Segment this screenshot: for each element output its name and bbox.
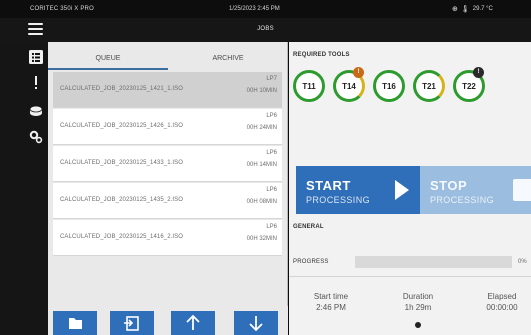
- menu-icon[interactable]: [28, 23, 43, 38]
- stop-icon: [513, 179, 531, 201]
- sidebar: [0, 42, 48, 335]
- stat-value: 1h 29m: [404, 303, 432, 312]
- stat-value: 00:00:00: [486, 303, 518, 312]
- progress-label: PROGRESS: [293, 259, 329, 265]
- tool-label: T11: [302, 81, 316, 91]
- stat-elapsed: Elapsed 00:00:00: [467, 292, 531, 312]
- job-detail-panel: REQUIRED TOOLS T11 T14 ! T16 T21 T22 ! S…: [289, 42, 531, 335]
- job-lp: LP6: [266, 113, 277, 119]
- job-name: CALCULATED_JOB_20230125_1435_2.ISO: [60, 197, 184, 203]
- job-time: 00H 32MIN: [246, 236, 277, 242]
- status-bar: CORITEC 350i X PRO 1/25/2023 2:45 PM ⊕ 🌡…: [0, 0, 531, 18]
- import-icon: [124, 316, 139, 331]
- job-list-panel: QUEUE ARCHIVE CALCULATED_JOB_20230125_14…: [48, 42, 288, 335]
- progress-value: 0%: [518, 259, 527, 265]
- general-label: GENERAL: [293, 224, 324, 230]
- job-name: CALCULATED_JOB_20230125_1426_1.ISO: [60, 123, 184, 129]
- stat-start-time: Start time 2:46 PM: [296, 292, 366, 312]
- job-row[interactable]: CALCULATED_JOB_20230125_1416_2.ISO LP6 0…: [53, 220, 282, 256]
- start-label: START: [306, 178, 351, 193]
- alert-icon[interactable]: [29, 76, 43, 90]
- import-button[interactable]: [110, 311, 154, 335]
- job-name: CALCULATED_JOB_20230125_1416_2.ISO: [60, 234, 184, 240]
- stop-label: STOP: [430, 178, 468, 193]
- list-icon[interactable]: [29, 50, 43, 64]
- tool-info-badge: !: [473, 67, 484, 78]
- tool-label: T16: [382, 81, 396, 91]
- tool-warning-badge: !: [353, 67, 364, 78]
- tool-t11[interactable]: T11: [293, 70, 325, 102]
- stat-duration: Duration 1h 29m: [383, 292, 453, 312]
- job-time: 00H 08MIN: [246, 199, 277, 205]
- stat-key: Start time: [313, 292, 349, 301]
- folder-icon: [69, 318, 82, 329]
- progress-bar: [355, 256, 512, 268]
- start-sublabel: PROCESSING: [306, 195, 371, 205]
- tab-archive[interactable]: ARCHIVE: [168, 48, 288, 70]
- title-bar: JOBS: [0, 18, 531, 42]
- tool-label: T22: [462, 81, 476, 91]
- open-folder-button[interactable]: [53, 311, 97, 335]
- stat-key: Duration: [402, 292, 434, 301]
- stat-key: Elapsed: [487, 292, 517, 301]
- settings-gears-icon[interactable]: [29, 130, 43, 144]
- job-row[interactable]: CALCULATED_JOB_20230125_1426_1.ISO LP6 0…: [53, 109, 282, 145]
- tool-t22[interactable]: T22 !: [453, 67, 485, 102]
- required-tools: T11 T14 ! T16 T21 T22 !: [293, 67, 531, 104]
- job-row[interactable]: CALCULATED_JOB_20230125_1433_1.ISO LP6 0…: [53, 146, 282, 182]
- general-section: GENERAL PROGRESS 0% Start time 2:46 PM D…: [289, 214, 531, 335]
- start-processing-button[interactable]: START PROCESSING: [296, 166, 420, 214]
- job-time: 00H 24MIN: [246, 125, 277, 131]
- job-row[interactable]: CALCULATED_JOB_20230125_1421_1.ISO LP7 0…: [53, 72, 282, 108]
- job-name: CALCULATED_JOB_20230125_1421_1.ISO: [60, 86, 184, 92]
- arrow-up-icon: [186, 314, 200, 330]
- thermometer-icon: 🌡: [460, 5, 470, 13]
- tab-queue[interactable]: QUEUE: [48, 48, 168, 70]
- tool-t21[interactable]: T21: [413, 70, 445, 102]
- required-tools-label: REQUIRED TOOLS: [293, 52, 350, 58]
- tool-label: T14: [342, 81, 356, 91]
- disc-icon[interactable]: [29, 104, 43, 118]
- job-actions-bar: [48, 306, 288, 335]
- status-right: ⊕ 🌡 29.7 °C: [452, 5, 493, 13]
- move-down-button[interactable]: [234, 311, 278, 335]
- job-lp: LP6: [266, 150, 277, 156]
- job-lp: LP6: [266, 187, 277, 193]
- tool-t16[interactable]: T16: [373, 70, 405, 102]
- divider: [289, 276, 531, 277]
- stat-value: 2:46 PM: [316, 303, 346, 312]
- move-up-button[interactable]: [171, 311, 215, 335]
- page-title: JOBS: [257, 26, 274, 32]
- arrow-down-icon: [249, 316, 263, 332]
- job-name: CALCULATED_JOB_20230125_1433_1.ISO: [60, 160, 184, 166]
- play-icon: [395, 180, 409, 200]
- stop-sublabel: PROCESSING: [430, 195, 495, 205]
- temperature: 29.7 °C: [472, 6, 493, 12]
- device-name: CORITEC 350i X PRO: [30, 6, 94, 12]
- tool-label: T21: [422, 81, 436, 91]
- job-lp: LP7: [266, 76, 277, 82]
- globe-icon: ⊕: [452, 5, 458, 13]
- tool-t14[interactable]: T14 !: [333, 67, 365, 102]
- stop-processing-button[interactable]: STOP PROCESSING: [420, 166, 531, 214]
- job-row[interactable]: CALCULATED_JOB_20230125_1435_2.ISO LP6 0…: [53, 183, 282, 219]
- datetime: 1/25/2023 2:45 PM: [229, 6, 280, 12]
- job-lp: LP6: [266, 224, 277, 230]
- job-time: 00H 10MIN: [246, 88, 277, 94]
- page-indicator-dot: [415, 322, 421, 328]
- job-time: 00H 14MIN: [246, 162, 277, 168]
- tab-bar: QUEUE ARCHIVE: [48, 48, 288, 70]
